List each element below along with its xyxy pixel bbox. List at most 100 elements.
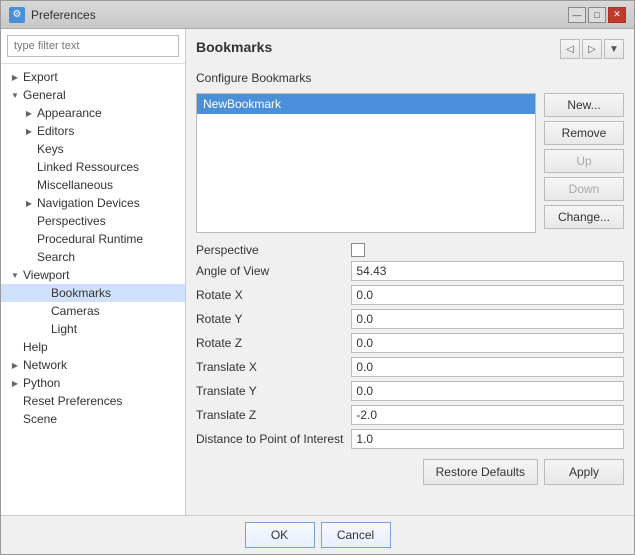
- apply-button[interactable]: Apply: [544, 459, 624, 485]
- prop-value-dist-to-poi[interactable]: [351, 429, 624, 449]
- sidebar-label-linked-resources: Linked Ressources: [37, 160, 139, 174]
- sidebar-item-keys[interactable]: Keys: [1, 140, 185, 158]
- sidebar-label-viewport: Viewport: [23, 268, 69, 282]
- prop-value-perspective[interactable]: [351, 243, 365, 257]
- prop-value-translate-z[interactable]: [351, 405, 624, 425]
- tree-arrow-appearance: ▶: [23, 107, 35, 119]
- back-button[interactable]: ◁: [560, 39, 580, 59]
- tree-arrow-linked-resources: [23, 161, 35, 173]
- sidebar-label-perspectives: Perspectives: [37, 214, 106, 228]
- sidebar-item-linked-resources[interactable]: Linked Ressources: [1, 158, 185, 176]
- prop-value-angle-of-view[interactable]: [351, 261, 624, 281]
- prop-label-angle-of-view: Angle of View: [196, 264, 343, 278]
- sidebar-item-bookmarks[interactable]: Bookmarks: [1, 284, 185, 302]
- content-area: ▶Export▼General▶Appearance▶EditorsKeysLi…: [1, 29, 634, 515]
- sidebar-item-reset-prefs[interactable]: Reset Preferences: [1, 392, 185, 410]
- tree-arrow-reset-prefs: [9, 395, 21, 407]
- prop-label-translate-y: Translate Y: [196, 384, 343, 398]
- prop-label-rotate-z: Rotate Z: [196, 336, 343, 350]
- sidebar-label-keys: Keys: [37, 142, 64, 156]
- prop-label-translate-z: Translate Z: [196, 408, 343, 422]
- close-button[interactable]: ✕: [608, 7, 626, 23]
- sidebar-item-export[interactable]: ▶Export: [1, 68, 185, 86]
- bookmarks-list[interactable]: NewBookmark: [196, 93, 536, 233]
- sidebar-item-nav-devices[interactable]: ▶Navigation Devices: [1, 194, 185, 212]
- tree-arrow-nav-devices: ▶: [23, 197, 35, 209]
- tree-arrow-procedural-runtime: [23, 233, 35, 245]
- sidebar-item-general[interactable]: ▼General: [1, 86, 185, 104]
- sidebar-item-cameras[interactable]: Cameras: [1, 302, 185, 320]
- properties-grid: Perspective Angle of View Rotate X Rotate Y…: [196, 243, 624, 449]
- prop-label-translate-x: Translate X: [196, 360, 343, 374]
- tree-arrow-keys: [23, 143, 35, 155]
- prop-value-rotate-z[interactable]: [351, 333, 624, 353]
- sidebar-label-python: Python: [23, 376, 60, 390]
- sidebar-label-miscellaneous: Miscellaneous: [37, 178, 113, 192]
- tree-arrow-bookmarks: [37, 287, 49, 299]
- tree-arrow-perspectives: [23, 215, 35, 227]
- dialog-footer: OK Cancel: [1, 515, 634, 554]
- tree-arrow-viewport: ▼: [9, 269, 21, 281]
- tree-arrow-search: [23, 251, 35, 263]
- maximize-button[interactable]: □: [588, 7, 606, 23]
- title-controls: — □ ✕: [568, 7, 626, 23]
- tree: ▶Export▼General▶Appearance▶EditorsKeysLi…: [1, 64, 185, 515]
- bookmarks-area: NewBookmark New... Remove Up Down Change…: [196, 93, 624, 233]
- minimize-button[interactable]: —: [568, 7, 586, 23]
- sidebar-item-scene[interactable]: Scene: [1, 410, 185, 428]
- prop-value-rotate-y[interactable]: [351, 309, 624, 329]
- sidebar-label-nav-devices: Navigation Devices: [37, 196, 140, 210]
- bottom-actions: Restore Defaults Apply: [196, 459, 624, 485]
- title-bar: ⚙ Preferences — □ ✕: [1, 1, 634, 29]
- prop-label-dist-to-poi: Distance to Point of Interest: [196, 432, 343, 446]
- prop-label-perspective: Perspective: [196, 243, 343, 257]
- bookmark-item-new-bookmark[interactable]: NewBookmark: [197, 94, 535, 114]
- sidebar-label-reset-prefs: Reset Preferences: [23, 394, 122, 408]
- filter-input[interactable]: [7, 35, 179, 57]
- sidebar-item-editors[interactable]: ▶Editors: [1, 122, 185, 140]
- cancel-button[interactable]: Cancel: [321, 522, 391, 548]
- sidebar-item-viewport[interactable]: ▼Viewport: [1, 266, 185, 284]
- sidebar-label-network: Network: [23, 358, 67, 372]
- panel-header-row: Bookmarks ◁ ▷ ▼: [196, 39, 624, 67]
- sidebar-label-general: General: [23, 88, 66, 102]
- sidebar-item-perspectives[interactable]: Perspectives: [1, 212, 185, 230]
- sidebar: ▶Export▼General▶Appearance▶EditorsKeysLi…: [1, 29, 186, 515]
- sidebar-item-miscellaneous[interactable]: Miscellaneous: [1, 176, 185, 194]
- sidebar-item-procedural-runtime[interactable]: Procedural Runtime: [1, 230, 185, 248]
- sidebar-label-light: Light: [51, 322, 77, 336]
- sidebar-label-cameras: Cameras: [51, 304, 100, 318]
- sidebar-label-procedural-runtime: Procedural Runtime: [37, 232, 143, 246]
- ok-button[interactable]: OK: [245, 522, 315, 548]
- change-button[interactable]: Change...: [544, 205, 624, 229]
- sidebar-item-search[interactable]: Search: [1, 248, 185, 266]
- sidebar-label-bookmarks: Bookmarks: [51, 286, 111, 300]
- restore-defaults-button[interactable]: Restore Defaults: [423, 459, 538, 485]
- down-button[interactable]: Down: [544, 177, 624, 201]
- prop-label-rotate-y: Rotate Y: [196, 312, 343, 326]
- sidebar-item-python[interactable]: ▶Python: [1, 374, 185, 392]
- window-title: Preferences: [31, 8, 96, 22]
- tree-arrow-scene: [9, 413, 21, 425]
- forward-button[interactable]: ▷: [582, 39, 602, 59]
- new-button[interactable]: New...: [544, 93, 624, 117]
- sidebar-label-search: Search: [37, 250, 75, 264]
- sidebar-item-appearance[interactable]: ▶Appearance: [1, 104, 185, 122]
- tree-arrow-editors: ▶: [23, 125, 35, 137]
- preferences-window: ⚙ Preferences — □ ✕ ▶Export▼General▶Appe…: [0, 0, 635, 555]
- sidebar-item-light[interactable]: Light: [1, 320, 185, 338]
- tree-arrow-help: [9, 341, 21, 353]
- prop-value-translate-x[interactable]: [351, 357, 624, 377]
- prop-value-rotate-x[interactable]: [351, 285, 624, 305]
- up-button[interactable]: Up: [544, 149, 624, 173]
- sidebar-item-help[interactable]: Help: [1, 338, 185, 356]
- prop-label-rotate-x: Rotate X: [196, 288, 343, 302]
- tree-arrow-general: ▼: [9, 89, 21, 101]
- sidebar-item-network[interactable]: ▶Network: [1, 356, 185, 374]
- dropdown-button[interactable]: ▼: [604, 39, 624, 59]
- tree-arrow-network: ▶: [9, 359, 21, 371]
- remove-button[interactable]: Remove: [544, 121, 624, 145]
- tree-arrow-miscellaneous: [23, 179, 35, 191]
- bookmarks-buttons: New... Remove Up Down Change...: [544, 93, 624, 233]
- prop-value-translate-y[interactable]: [351, 381, 624, 401]
